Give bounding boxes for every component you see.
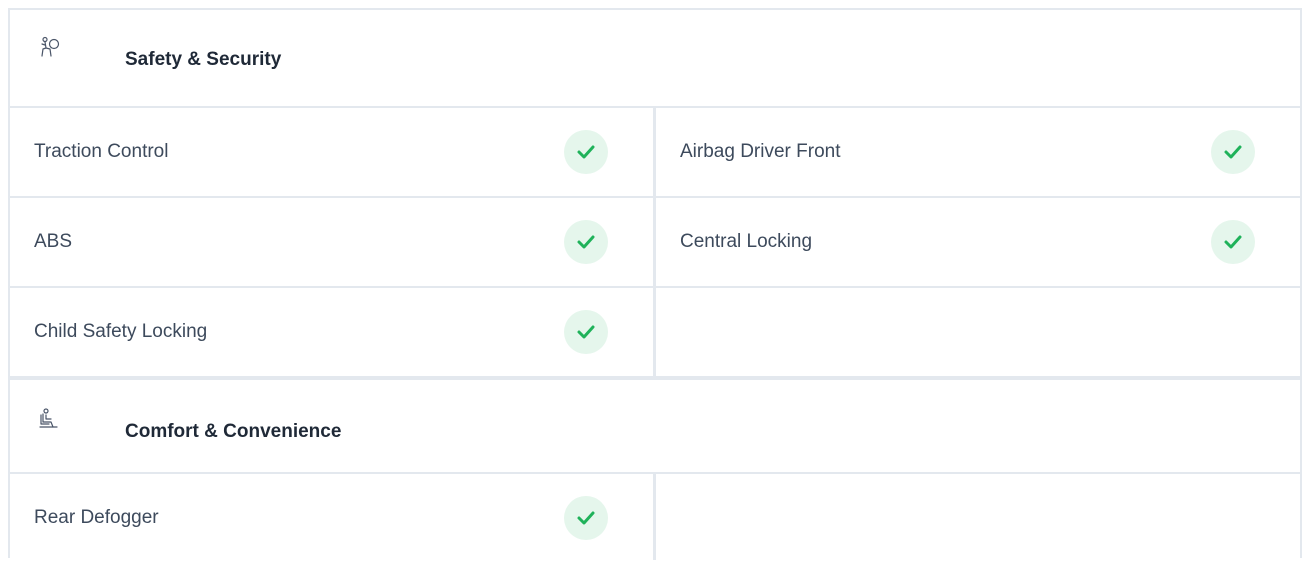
- section-header-safety: Safety & Security: [10, 10, 1300, 106]
- feature-item-empty: [656, 288, 1300, 376]
- section-title: Safety & Security: [125, 49, 282, 70]
- check-icon: [1211, 130, 1255, 174]
- feature-label: Rear Defogger: [34, 507, 159, 528]
- feature-item: Child Safety Locking: [10, 288, 653, 376]
- feature-label: Child Safety Locking: [34, 321, 208, 342]
- feature-label: ABS: [34, 231, 73, 252]
- feature-item: Airbag Driver Front: [656, 108, 1300, 196]
- section-title: Comfort & Convenience: [125, 421, 342, 442]
- feature-item-empty: [656, 474, 1300, 562]
- check-icon: [564, 130, 608, 174]
- section-header-comfort: Comfort & Convenience: [10, 380, 1300, 472]
- check-icon: [564, 220, 608, 264]
- feature-label: Central Locking: [680, 231, 813, 252]
- feature-item: ABS: [10, 198, 653, 286]
- feature-item: Central Locking: [656, 198, 1300, 286]
- seated-person-icon: [38, 408, 60, 430]
- features-panel: Safety & Security Traction Control Airba…: [8, 8, 1302, 560]
- check-icon: [564, 496, 608, 540]
- feature-item: Traction Control: [10, 108, 653, 196]
- feature-label: Traction Control: [34, 141, 169, 162]
- airbag-person-icon: [38, 36, 60, 58]
- check-icon: [564, 310, 608, 354]
- feature-label: Airbag Driver Front: [680, 141, 841, 162]
- feature-item: Rear Defogger: [10, 474, 653, 562]
- check-icon: [1211, 220, 1255, 264]
